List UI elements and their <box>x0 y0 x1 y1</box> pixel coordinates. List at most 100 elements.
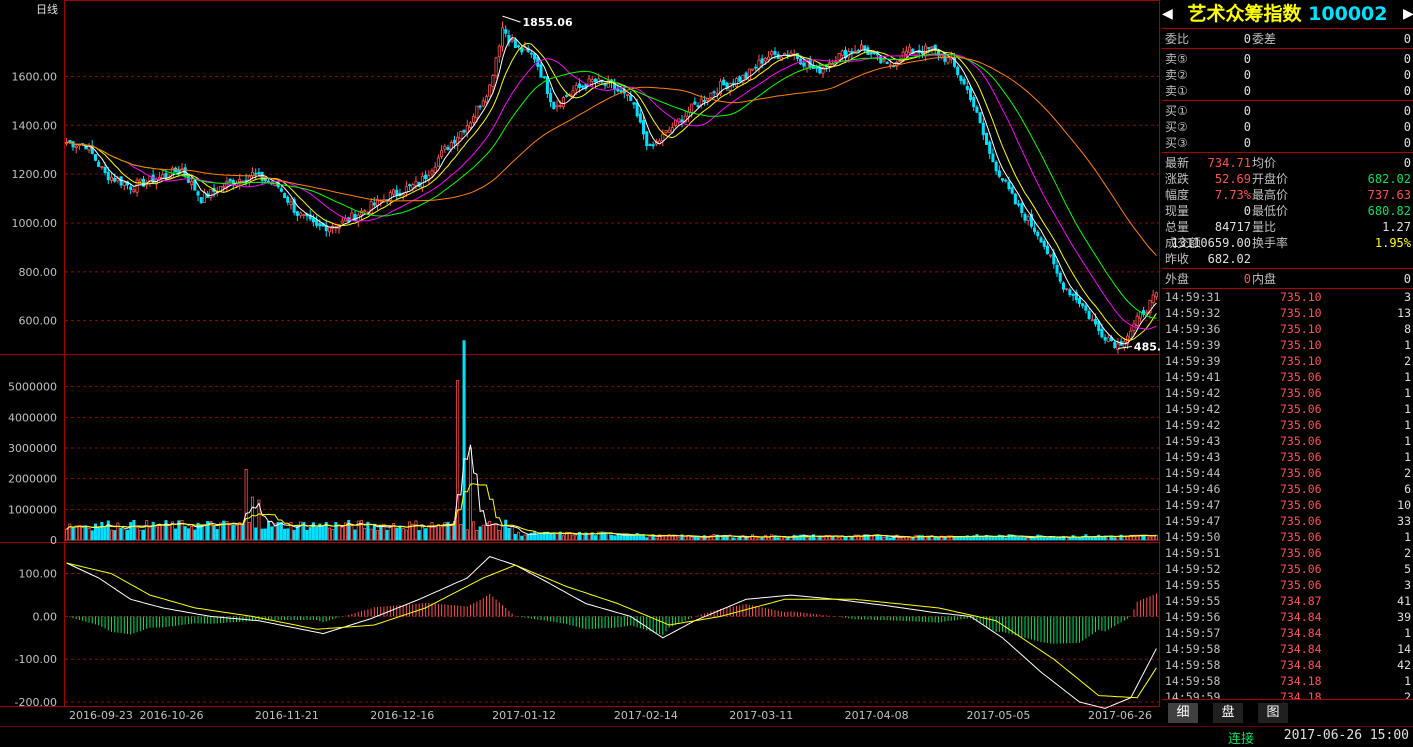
tab-2[interactable]: 图 <box>1258 703 1288 723</box>
tick-vol: 1 <box>1404 626 1411 640</box>
volume-bar <box>994 536 998 541</box>
volume-bar <box>696 536 700 541</box>
stat-row: 总量 84717 量比 1.27 <box>1162 219 1413 235</box>
volume-bar <box>295 525 299 541</box>
candle-body <box>593 78 597 83</box>
connection-status[interactable]: 连接 <box>1228 728 1254 747</box>
volume-bar <box>654 537 658 541</box>
volume-bar <box>103 526 107 541</box>
candle-body <box>856 49 860 52</box>
tick-vol: 2 <box>1404 466 1411 480</box>
volume-bar <box>712 534 716 541</box>
stat-row-label2: 均价 <box>1252 156 1277 170</box>
tick-vol: 1 <box>1404 450 1411 464</box>
volume-bar <box>125 529 130 541</box>
volume-bar <box>571 534 575 541</box>
chart-area[interactable]: 日线 1600.00 1400.00 1200.00 1000.00 800.00 600.… <box>0 0 1192 726</box>
volume-bar <box>260 528 264 541</box>
volume-bar <box>148 525 152 541</box>
volume-bar <box>183 526 187 541</box>
candle-body <box>930 46 934 49</box>
next-arrow-icon[interactable]: ▶ <box>1403 0 1413 28</box>
candle-body <box>523 47 527 51</box>
volume-bar <box>369 528 373 541</box>
stat-row: 最新 734.71 均价 0 <box>1162 155 1413 171</box>
kline-chart[interactable]: 日线 1600.00 1400.00 1200.00 1000.00 800.00 600.… <box>0 0 1192 726</box>
candle-body <box>869 52 873 55</box>
volume-bar <box>574 535 578 541</box>
volume-bar <box>959 536 963 541</box>
stat-row-value2: 1.27 <box>1382 220 1411 234</box>
tab-1[interactable]: 盘 <box>1213 703 1243 723</box>
candle-body <box>840 50 844 56</box>
tick-vol: 1 <box>1404 434 1411 448</box>
candle-body <box>392 189 396 195</box>
tick-list[interactable]: 14:59:31 735.10 3 14:59:32 735.10 13 14:59:36 7… <box>1162 289 1413 705</box>
candle-body <box>363 210 367 213</box>
stat-row-value: 0 <box>1243 204 1251 218</box>
volume-bar <box>936 537 940 541</box>
volume-bar <box>734 537 739 541</box>
candle-body <box>815 66 819 69</box>
candle-body <box>914 52 918 56</box>
candle-body <box>510 39 514 42</box>
candle-body <box>343 218 347 222</box>
volume-bar <box>270 526 274 541</box>
volume-bar <box>1042 537 1046 541</box>
volume-bar <box>427 525 431 541</box>
volume-bar <box>122 529 126 541</box>
volume-bar <box>241 523 245 541</box>
candle-body <box>1100 328 1104 338</box>
candle-body <box>763 57 767 62</box>
candle-body <box>327 226 331 233</box>
stat-row-label: 涨跌 <box>1165 172 1190 186</box>
volume-bar <box>77 524 81 541</box>
candle-body <box>1058 272 1062 282</box>
bid-row: 买① 0 0 <box>1162 103 1413 119</box>
candle-body <box>484 96 489 103</box>
volume-bar <box>837 537 841 541</box>
volume-bar <box>561 535 565 541</box>
volume-bar <box>908 537 912 541</box>
volume-bar <box>670 535 674 541</box>
tick-row: 14:59:55 734.87 41 <box>1162 593 1413 609</box>
candle-body <box>1004 179 1008 182</box>
candle-body <box>1087 310 1091 319</box>
candle-body <box>430 170 434 175</box>
tab-0[interactable]: 细 <box>1168 703 1198 723</box>
volume-bar <box>334 522 338 541</box>
candle-body <box>1001 178 1005 181</box>
candle-body <box>138 178 142 182</box>
volume-bar <box>74 525 78 541</box>
tick-price: 734.84 <box>1280 642 1322 656</box>
tick-vol: 33 <box>1397 514 1411 528</box>
candle-body <box>520 47 524 53</box>
stat-row: 涨跌 52.69 开盘价 682.02 <box>1162 171 1413 187</box>
tick-vol: 8 <box>1404 322 1411 336</box>
volume-bar <box>250 496 255 541</box>
volume-bar <box>247 522 251 541</box>
price-tick-label: 1400.00 <box>12 119 58 132</box>
candle-body <box>555 104 559 108</box>
candle-body <box>619 90 623 93</box>
volume-tick-label: 2000000 <box>8 473 57 486</box>
candle-body <box>696 105 700 108</box>
candle-body <box>754 66 758 69</box>
volume-bar <box>882 537 886 541</box>
prev-arrow-icon[interactable]: ◀ <box>1162 0 1173 28</box>
volume-bar <box>1045 537 1049 541</box>
stat-row-value: 7.73% <box>1214 188 1251 202</box>
volume-bar <box>914 534 918 541</box>
candle-body <box>302 214 306 216</box>
volume-bar <box>609 534 614 541</box>
candle-body <box>414 181 418 186</box>
tick-price: 735.06 <box>1280 546 1322 560</box>
candle-body <box>760 58 764 64</box>
candle-body <box>513 39 517 48</box>
volume-bar <box>645 537 649 541</box>
tick-price: 735.10 <box>1280 306 1322 320</box>
candle-body <box>539 64 543 78</box>
tick-vol: 41 <box>1397 594 1411 608</box>
ask-row-label: 卖⑤ <box>1165 52 1188 66</box>
candle-body <box>626 93 630 96</box>
